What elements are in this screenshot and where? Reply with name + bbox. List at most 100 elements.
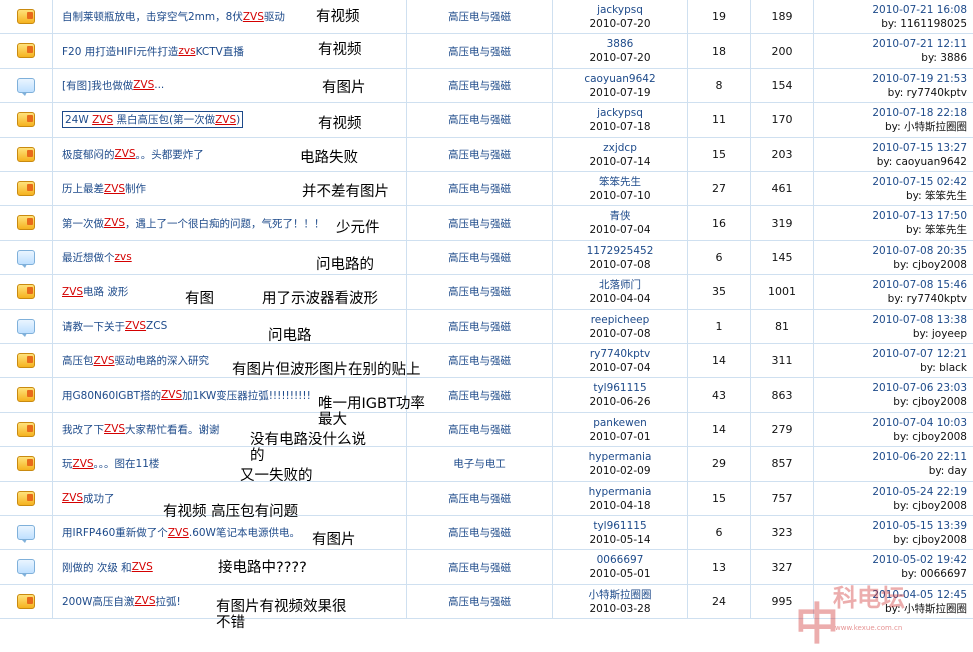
thread-row[interactable]: 用G80N60IGBT搭的 ZVS 加1KW变压器拉弧!!!!!!!!!! 高压电与强… xyxy=(0,378,973,413)
thread-title-link[interactable]: 请教一下关于 ZVS ZCS xyxy=(62,310,167,343)
thread-title-link[interactable]: 高压包 ZVS 驱动电路的深入研究 xyxy=(62,344,209,377)
forum-link[interactable]: 高压电与强磁 xyxy=(407,310,552,343)
thread-row[interactable]: 用IRFP460重新做了个 ZVS .60W笔记本电源供电。 高压电与强磁 tyl961… xyxy=(0,516,973,551)
last-post-time-link[interactable]: 2010-04-05 12:45 xyxy=(872,588,967,602)
last-post-time-link[interactable]: 2010-07-07 12:21 xyxy=(872,347,967,361)
last-post-time-link[interactable]: 2010-07-21 12:11 xyxy=(872,37,967,51)
author-link[interactable]: jackypsq xyxy=(553,106,687,120)
post-date: 2010-07-19 xyxy=(589,86,651,99)
author-link[interactable]: reepicheep xyxy=(553,313,687,327)
thread-row[interactable]: 刚做的 次级 和 ZVS 高压电与强磁 0066697 2010-05-01 13 327 2… xyxy=(0,550,973,585)
thread-row[interactable]: 极度郁闷的 ZVS 。。头都要炸了 高压电与强磁 zxjdcp 2010-07-14 15 2… xyxy=(0,137,973,172)
last-post-time-link[interactable]: 2010-07-08 20:35 xyxy=(872,244,967,258)
thread-title-link[interactable]: 最近想做个 zvs xyxy=(62,241,132,274)
thread-title-link[interactable]: 历上最差 ZVS 制作 xyxy=(62,172,146,205)
last-post-time-link[interactable]: 2010-07-08 15:46 xyxy=(872,278,967,292)
thread-row[interactable]: F20 用打造HIFI元件打造 zvs KCTV直播 高压电与强磁 3886 2010-… xyxy=(0,34,973,69)
author-link[interactable]: tyl961115 xyxy=(553,381,687,395)
thread-row[interactable]: ZVS 电路 波形 高压电与强磁 北落师门 2010-04-04 35 1001 2010-0… xyxy=(0,275,973,310)
forum-link[interactable]: 高压电与强磁 xyxy=(407,344,552,377)
thread-title-link[interactable]: [有图]我也做做 ZVS... xyxy=(62,69,164,102)
post-date: 2010-05-14 xyxy=(589,534,651,546)
view-count: 995 xyxy=(771,594,793,608)
thread-row[interactable]: 历上最差 ZVS 制作 高压电与强磁 笨笨先生 2010-07-10 27 461 2010-0… xyxy=(0,172,973,207)
thread-row[interactable]: ZVS 成功了 高压电与强磁 hypermania 2010-04-18 15 757 201… xyxy=(0,481,973,516)
author-link[interactable]: 3886 xyxy=(553,37,687,51)
author-link[interactable]: 小特斯拉圈圈 xyxy=(553,588,687,602)
last-post-time-link[interactable]: 2010-07-15 13:27 xyxy=(872,141,967,155)
forum-link[interactable]: 电子与电工 xyxy=(407,447,552,480)
thread-row[interactable]: 请教一下关于 ZVS ZCS 高压电与强磁 reepicheep 2010-07-08 1… xyxy=(0,309,973,344)
thread-row[interactable]: 高压包 ZVS 驱动电路的深入研究 高压电与强磁 ry7740kptv 2010-07-0… xyxy=(0,344,973,379)
last-post-time-link[interactable]: 2010-05-24 22:19 xyxy=(872,485,967,499)
thread-row[interactable]: 第一次做 ZVS ，遇上了一个很白痴的问题，气死了！！！ 高压电与强磁 青侠 2010-0… xyxy=(0,206,973,241)
author-link[interactable]: ry7740kptv xyxy=(553,347,687,361)
thread-title-link[interactable]: 24W ZVS 黑白高压包(第一次做ZVS) xyxy=(62,103,244,136)
thread-title-link[interactable]: 自制莱顿瓶放电，击穿空气2mm，8伏 ZVS 驱动 xyxy=(62,0,285,33)
last-post-time-link[interactable]: 2010-07-18 22:18 xyxy=(872,106,967,120)
thread-row[interactable]: 24W ZVS 黑白高压包(第一次做ZVS) 高压电与强磁 jackypsq 2010… xyxy=(0,103,973,138)
forum-link[interactable]: 高压电与强磁 xyxy=(407,0,552,33)
last-post-time-link[interactable]: 2010-07-13 17:50 xyxy=(872,209,967,223)
thread-row[interactable]: 我改了下 ZVS 大家帮忙看看。谢谢 高压电与强磁 pankewen 2010-07-01… xyxy=(0,412,973,448)
last-post-time-link[interactable]: 2010-05-15 13:39 xyxy=(872,519,967,533)
last-post-time-link[interactable]: 2010-06-20 22:11 xyxy=(872,450,967,464)
thread-row[interactable]: 200W高压自激 ZVS 拉弧! 高压电与强磁 小特斯拉圈圈 2010-03-28 24 99… xyxy=(0,584,973,620)
forum-link[interactable]: 高压电与强磁 xyxy=(407,241,552,274)
thread-title-link[interactable]: 我改了下 ZVS 大家帮忙看看。谢谢 xyxy=(62,413,220,446)
thread-icon-cell xyxy=(0,137,53,171)
forum-link[interactable]: 高压电与强磁 xyxy=(407,69,552,102)
thread-title-link[interactable]: 极度郁闷的 ZVS 。。头都要炸了 xyxy=(62,138,204,171)
author-link[interactable]: pankewen xyxy=(553,416,687,430)
forum-link[interactable]: 高压电与强磁 xyxy=(407,413,552,446)
author-link[interactable]: tyl961115 xyxy=(553,519,687,533)
thread-title-link[interactable]: 用IRFP460重新做了个 ZVS .60W笔记本电源供电。 xyxy=(62,516,300,549)
thread-title-link[interactable]: 200W高压自激 ZVS 拉弧! xyxy=(62,585,181,618)
last-post-time-link[interactable]: 2010-07-04 10:03 xyxy=(872,416,967,430)
forum-link[interactable]: 高压电与强磁 xyxy=(407,482,552,515)
thread-title-link[interactable]: 第一次做 ZVS ，遇上了一个很白痴的问题，气死了！！！ xyxy=(62,206,325,239)
thread-row[interactable]: 自制莱顿瓶放电，击穿空气2mm，8伏 ZVS 驱动 高压电与强磁 jackypsq 201… xyxy=(0,0,973,35)
thread-row[interactable]: 玩 ZVS 。。。图在11楼 电子与电工 hypermania 2010-02-09 29 8… xyxy=(0,447,973,482)
last-post-time-link[interactable]: 2010-07-21 16:08 xyxy=(872,3,967,17)
thread-title-link[interactable]: 用G80N60IGBT搭的 ZVS 加1KW变压器拉弧!!!!!!!!!! xyxy=(62,378,311,411)
forum-link[interactable]: 高压电与强磁 xyxy=(407,275,552,308)
title-text: 用G80N60IGBT搭的 xyxy=(62,389,162,402)
thread-title-link[interactable]: ZVS 成功了 xyxy=(62,482,115,515)
thread-icon-cell xyxy=(0,447,53,481)
forum-link[interactable]: 高压电与强磁 xyxy=(407,34,552,67)
forum-cell: 高压电与强磁 xyxy=(407,275,553,309)
thread-title-link[interactable]: F20 用打造HIFI元件打造 zvs KCTV直播 xyxy=(62,34,244,67)
author-link[interactable]: caoyuan9642 xyxy=(553,72,687,86)
forum-link[interactable]: 高压电与强磁 xyxy=(407,206,552,239)
thread-title-link[interactable]: 刚做的 次级 和 ZVS xyxy=(62,550,153,583)
last-post-time-link[interactable]: 2010-07-08 13:38 xyxy=(872,313,967,327)
author-link[interactable]: 1172925452 xyxy=(553,244,687,258)
forum-link[interactable]: 高压电与强磁 xyxy=(407,516,552,549)
annotation-note: 唯一用IGBT功率 xyxy=(318,396,425,412)
author-link[interactable]: jackypsq xyxy=(553,3,687,17)
author-link[interactable]: zxjdcp xyxy=(553,141,687,155)
forum-link[interactable]: 高压电与强磁 xyxy=(407,172,552,205)
forum-link[interactable]: 高压电与强磁 xyxy=(407,103,552,136)
last-post-time-link[interactable]: 2010-07-15 02:42 xyxy=(872,175,967,189)
last-post-time-link[interactable]: 2010-05-02 19:42 xyxy=(872,553,967,567)
thread-title-link[interactable]: 玩 ZVS 。。。图在11楼 xyxy=(62,447,159,480)
last-post-time-link[interactable]: 2010-07-06 23:03 xyxy=(872,381,967,395)
forum-link[interactable]: 高压电与强磁 xyxy=(407,585,552,618)
author-link[interactable]: hypermania xyxy=(553,485,687,499)
author-link[interactable]: hypermania xyxy=(553,450,687,464)
author-link[interactable]: 北落师门 xyxy=(553,278,687,292)
author-link[interactable]: 青侠 xyxy=(553,209,687,223)
forum-cell: 高压电与强磁 xyxy=(407,584,553,619)
thread-row[interactable]: [有图]我也做做 ZVS... 高压电与强磁 caoyuan9642 2010-07-1… xyxy=(0,68,973,104)
thread-title-link[interactable]: ZVS 电路 波形 xyxy=(62,275,128,308)
last-post-by: by: 笨笨先生 xyxy=(906,224,967,237)
thread-row[interactable]: 最近想做个 zvs 高压电与强磁 1172925452 2010-07-08 6 145 20… xyxy=(0,240,973,276)
author-link[interactable]: 笨笨先生 xyxy=(553,175,687,189)
forum-link[interactable]: 高压电与强磁 xyxy=(407,550,552,583)
forum-link[interactable]: 高压电与强磁 xyxy=(407,378,552,411)
last-post-time-link[interactable]: 2010-07-19 21:53 xyxy=(872,72,967,86)
forum-link[interactable]: 高压电与强磁 xyxy=(407,138,552,171)
author-link[interactable]: 0066697 xyxy=(553,553,687,567)
